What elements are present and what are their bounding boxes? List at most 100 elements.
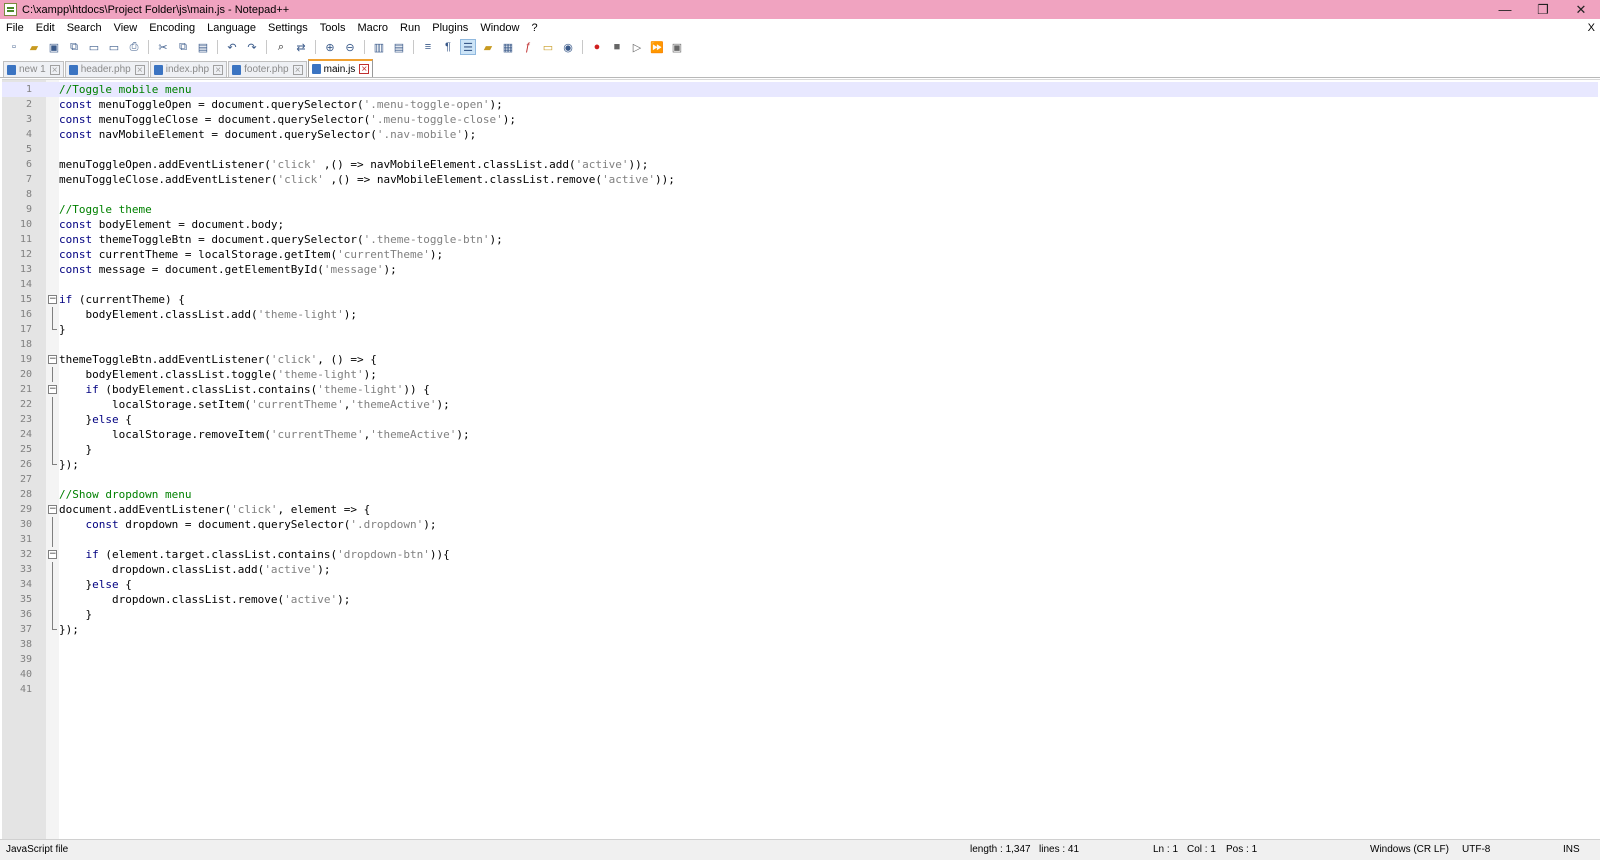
indent-guide-icon[interactable]: ☰ xyxy=(460,39,476,55)
paste-icon[interactable]: ▤ xyxy=(195,39,211,55)
code-line[interactable]: 34 }else { xyxy=(2,577,1598,592)
copy-icon[interactable]: ⧉ xyxy=(175,39,191,55)
tab-close-icon[interactable]: × xyxy=(292,64,303,75)
menu-help[interactable]: ? xyxy=(525,19,543,37)
menu-view[interactable]: View xyxy=(108,19,144,37)
code-line[interactable]: 36 } xyxy=(2,607,1598,622)
menu-run[interactable]: Run xyxy=(394,19,426,37)
code-line[interactable]: 6 menuToggleOpen.addEventListener('click'… xyxy=(2,157,1598,172)
tab-footer-php[interactable]: footer.php × xyxy=(228,61,307,77)
menu-edit[interactable]: Edit xyxy=(30,19,61,37)
undo-icon[interactable]: ↶ xyxy=(224,39,240,55)
zoom-out-icon[interactable]: ⊖ xyxy=(342,39,358,55)
print-icon[interactable]: ⎙ xyxy=(126,39,142,55)
code-line[interactable]: 29 document.addEventListener('click', ele… xyxy=(2,502,1598,517)
minimize-button[interactable]: — xyxy=(1486,0,1524,19)
macro-stop-icon[interactable]: ■ xyxy=(609,39,625,55)
code-line[interactable]: 40 xyxy=(2,667,1598,682)
find-icon[interactable]: ⌕ xyxy=(273,39,289,55)
save-icon[interactable]: ▣ xyxy=(46,39,62,55)
code-line[interactable]: 25 } xyxy=(2,442,1598,457)
code-line[interactable]: 38 xyxy=(2,637,1598,652)
code-line[interactable]: 32 if (element.target.classList.contains… xyxy=(2,547,1598,562)
tab-header-php[interactable]: header.php × xyxy=(64,61,149,77)
notepadpp-app-icon[interactable] xyxy=(4,3,17,16)
code-line[interactable]: 35 dropdown.classList.remove('active'); xyxy=(2,592,1598,607)
fold-toggle-icon[interactable] xyxy=(47,382,58,397)
code-line[interactable]: 24 localStorage.removeItem('currentTheme… xyxy=(2,427,1598,442)
code-line[interactable]: 19 themeToggleBtn.addEventListener('click… xyxy=(2,352,1598,367)
menu-macro[interactable]: Macro xyxy=(351,19,394,37)
code-line[interactable]: 12 const currentTheme = localStorage.getI… xyxy=(2,247,1598,262)
function-list-icon[interactable]: ƒ xyxy=(520,39,536,55)
tab-close-icon[interactable]: × xyxy=(213,64,224,75)
code-line[interactable]: 7 menuToggleClose.addEventListener('click… xyxy=(2,172,1598,187)
close-icon[interactable]: ▭ xyxy=(86,39,102,55)
code-line[interactable]: 15 if (currentTheme) { xyxy=(2,292,1598,307)
sync-vertical-icon[interactable]: ▥ xyxy=(371,39,387,55)
word-wrap-icon[interactable]: ≡ xyxy=(420,39,436,55)
code-editor[interactable]: 1 //Toggle mobile menu 2 const menuToggleOp… xyxy=(2,79,1600,839)
code-line[interactable]: 16 bodyElement.classList.add('theme-ligh… xyxy=(2,307,1598,322)
close-document-button[interactable]: X xyxy=(1588,19,1595,37)
code-line[interactable]: 5 xyxy=(2,142,1598,157)
menu-language[interactable]: Language xyxy=(201,19,262,37)
code-line[interactable]: 13 const message = document.getElementByI… xyxy=(2,262,1598,277)
fold-toggle-icon[interactable] xyxy=(47,352,58,367)
fold-toggle-icon[interactable] xyxy=(47,547,58,562)
menu-file[interactable]: File xyxy=(0,19,30,37)
fold-toggle-icon[interactable] xyxy=(47,292,58,307)
show-all-chars-icon[interactable]: ¶ xyxy=(440,39,456,55)
code-line[interactable]: 23 }else { xyxy=(2,412,1598,427)
code-line[interactable]: 31 xyxy=(2,532,1598,547)
code-line[interactable]: 14 xyxy=(2,277,1598,292)
replace-icon[interactable]: ⇄ xyxy=(293,39,309,55)
code-line[interactable]: 26}); xyxy=(2,457,1598,472)
zoom-in-icon[interactable]: ⊕ xyxy=(322,39,338,55)
save-all-icon[interactable]: ⧉ xyxy=(66,39,82,55)
menu-plugins[interactable]: Plugins xyxy=(426,19,474,37)
code-line[interactable]: 37}); xyxy=(2,622,1598,637)
code-line[interactable]: 39 xyxy=(2,652,1598,667)
maximize-button[interactable]: ❐ xyxy=(1524,0,1562,19)
code-line[interactable]: 4 const navMobileElement = document.query… xyxy=(2,127,1598,142)
open-file-icon[interactable]: ▰ xyxy=(26,39,42,55)
code-line[interactable]: 41 xyxy=(2,682,1598,697)
document-map-icon[interactable]: ▦ xyxy=(500,39,516,55)
code-line[interactable]: 20 bodyElement.classList.toggle('theme-l… xyxy=(2,367,1598,382)
macro-save-icon[interactable]: ▣ xyxy=(669,39,685,55)
menu-search[interactable]: Search xyxy=(61,19,108,37)
tab-new-1[interactable]: new 1 × xyxy=(3,61,64,77)
tab-index-php[interactable]: index.php × xyxy=(149,61,228,77)
code-line[interactable]: 9 //Toggle theme xyxy=(2,202,1598,217)
code-line[interactable]: 8 xyxy=(2,187,1598,202)
code-line[interactable]: 28 //Show dropdown menu xyxy=(2,487,1598,502)
code-line[interactable]: 18 xyxy=(2,337,1598,352)
code-line[interactable]: 30 const dropdown = document.querySelect… xyxy=(2,517,1598,532)
monitoring-icon[interactable]: ◉ xyxy=(560,39,576,55)
menu-settings[interactable]: Settings xyxy=(262,19,314,37)
sync-horizontal-icon[interactable]: ▤ xyxy=(391,39,407,55)
tab-close-icon[interactable]: × xyxy=(359,64,370,75)
new-file-icon[interactable]: ▫ xyxy=(6,39,22,55)
folder-as-workspace-icon[interactable]: ▭ xyxy=(540,39,556,55)
code-line[interactable]: 33 dropdown.classList.add('active'); xyxy=(2,562,1598,577)
macro-run-multiple-icon[interactable]: ⏩ xyxy=(649,39,665,55)
code-line[interactable]: 2 const menuToggleOpen = document.querySe… xyxy=(2,97,1598,112)
menu-tools[interactable]: Tools xyxy=(314,19,352,37)
redo-icon[interactable]: ↷ xyxy=(244,39,260,55)
menu-window[interactable]: Window xyxy=(474,19,525,37)
code-line[interactable]: 3 const menuToggleClose = document.queryS… xyxy=(2,112,1598,127)
macro-play-icon[interactable]: ▷ xyxy=(629,39,645,55)
fold-toggle-icon[interactable] xyxy=(47,502,58,517)
code-line[interactable]: 27 xyxy=(2,472,1598,487)
tab-close-icon[interactable]: × xyxy=(49,64,60,75)
cut-icon[interactable]: ✂ xyxy=(155,39,171,55)
code-line[interactable]: 21 if (bodyElement.classList.contains('t… xyxy=(2,382,1598,397)
code-line[interactable]: 1 //Toggle mobile menu xyxy=(2,82,1598,97)
code-line[interactable]: 10 const bodyElement = document.body; xyxy=(2,217,1598,232)
tab-close-icon[interactable]: × xyxy=(134,64,145,75)
close-all-icon[interactable]: ▭ xyxy=(106,39,122,55)
code-line[interactable]: 22 localStorage.setItem('currentTheme','… xyxy=(2,397,1598,412)
close-window-button[interactable]: ✕ xyxy=(1562,0,1600,19)
